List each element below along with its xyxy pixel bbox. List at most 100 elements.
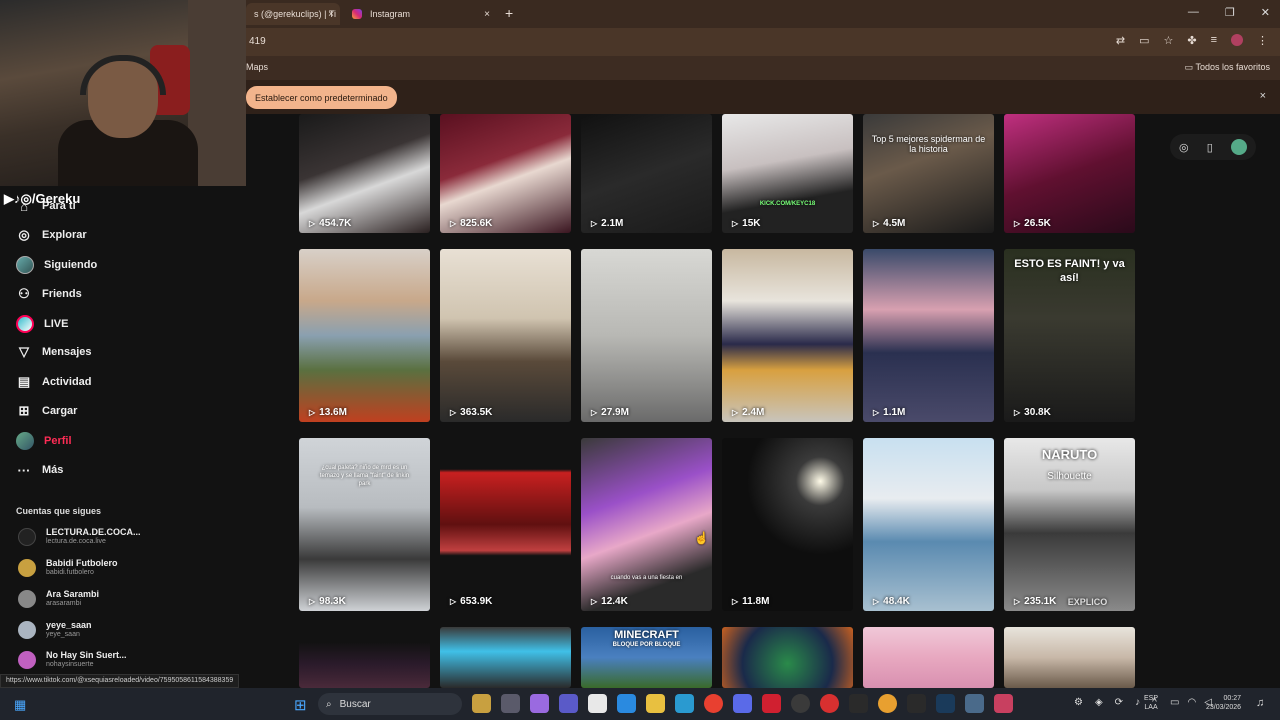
app-chrome2-icon[interactable]	[878, 694, 897, 713]
nav-perfil[interactable]: Perfil	[16, 432, 72, 450]
video-tile[interactable]: KICK.COM/KEYC18 ▷ 15K	[722, 114, 853, 233]
video-tile[interactable]: ▷ 13.6M	[299, 249, 430, 422]
taskbar-search[interactable]: ⌕ Buscar	[318, 693, 462, 715]
close-tab-icon[interactable]: ×	[484, 9, 490, 20]
app-chrome-icon[interactable]	[704, 694, 723, 713]
compass-icon[interactable]: ◎	[1179, 141, 1189, 154]
app-g-icon[interactable]	[849, 694, 868, 713]
clock[interactable]: 00:27 23/03/2026	[1206, 694, 1241, 712]
view-count: ▷ 825.6K	[450, 218, 492, 229]
app-window-icon[interactable]	[965, 694, 984, 713]
notification-bell-icon[interactable]: ♫	[1256, 697, 1264, 709]
nav-siguiendo[interactable]: Siguiendo	[16, 256, 97, 274]
close-window-button[interactable]: ✕	[1261, 6, 1270, 19]
following-item[interactable]: Babidi Futbolero babidi.futbolero	[18, 558, 118, 577]
account-handle: arasarambi	[46, 600, 82, 607]
cast-icon[interactable]: ▭	[1139, 34, 1149, 47]
maximize-button[interactable]: ❐	[1225, 6, 1235, 19]
video-tile[interactable]: ▷ 653.9K	[440, 438, 571, 611]
video-tile[interactable]: NARUTO Silhouette EXPLICO ▷ 235.1K	[1004, 438, 1135, 611]
nav-friends[interactable]: ⚇ Friends	[16, 286, 82, 302]
new-tab-button[interactable]: +	[505, 5, 513, 21]
video-tile[interactable]: ▷ 363.5K	[440, 249, 571, 422]
video-tile[interactable]: ▷ 48.4K	[863, 438, 994, 611]
video-tile[interactable]: ▷ 2.4M	[722, 249, 853, 422]
windows-start-icon[interactable]: ⊞	[294, 696, 307, 714]
video-tile[interactable]	[299, 627, 430, 688]
video-tile[interactable]	[440, 627, 571, 688]
translate-icon[interactable]: ⇄	[1116, 34, 1125, 47]
video-tile[interactable]	[1004, 627, 1135, 688]
network-icon[interactable]: ⟳	[1115, 697, 1123, 708]
mic-icon[interactable]: ♪	[1135, 697, 1140, 708]
video-tile[interactable]: ▷ 825.6K	[440, 114, 571, 233]
nav-cargar[interactable]: ⊞ Cargar	[16, 403, 78, 419]
all-bookmarks[interactable]: ▭ Todos los favoritos	[1185, 62, 1270, 73]
app-steam-icon[interactable]	[936, 694, 955, 713]
phone-icon[interactable]: ▯	[1207, 141, 1213, 154]
following-item[interactable]: Ara Sarambi arasarambi	[18, 589, 99, 608]
app-last-icon[interactable]	[994, 694, 1013, 713]
video-tile[interactable]: Top 5 mejores spiderman de la historia ▷…	[863, 114, 994, 233]
app-photos-icon[interactable]	[472, 694, 491, 713]
app-obs-icon[interactable]	[791, 694, 810, 713]
app-mail-icon[interactable]	[617, 694, 636, 713]
app-g2-icon[interactable]	[907, 694, 926, 713]
url-field[interactable]: 419	[249, 36, 266, 47]
video-tile[interactable]: ▷ 1.1M	[863, 249, 994, 422]
avatar[interactable]	[1230, 139, 1247, 155]
video-tile[interactable]: ▷ 454.7K	[299, 114, 430, 233]
app-red-icon[interactable]	[820, 694, 839, 713]
shield-icon[interactable]: ◈	[1095, 697, 1103, 708]
video-tile[interactable]: ¿cual paleta? niño de mrd es un temazo y…	[299, 438, 430, 611]
video-tile[interactable]: cuando vas a una fiesta en ▷ 12.4K	[581, 438, 712, 611]
widgets-icon[interactable]: ▦	[14, 697, 26, 713]
display-icon[interactable]: ▭	[1170, 697, 1179, 708]
account-name: yeye_saan	[46, 620, 92, 630]
close-infobar-icon[interactable]: ×	[1260, 90, 1266, 102]
tab-tiktok[interactable]: s (@gerekuclips) | Ti ×	[246, 3, 340, 25]
nav-explorar[interactable]: ◎ Explorar	[16, 227, 86, 243]
view-count: ▷ 12.4K	[591, 596, 628, 607]
nav-actividad[interactable]: ▤ Actividad	[16, 374, 92, 390]
video-tile[interactable]: ESTO ES FAINT! y va así! ▷ 30.8K	[1004, 249, 1135, 422]
following-item[interactable]: LECTURA.DE.COCA... lectura.de.coca.live	[18, 527, 141, 546]
video-tile[interactable]: ▷ 2.1M	[581, 114, 712, 233]
app-folder-icon[interactable]	[646, 694, 665, 713]
video-tile[interactable]: ▷ 26.5K	[1004, 114, 1135, 233]
media-icon[interactable]: ≡	[1211, 34, 1217, 47]
menu-icon[interactable]: ⋮	[1257, 34, 1268, 47]
app-explorer-icon[interactable]	[501, 694, 520, 713]
app-edge-icon[interactable]	[675, 694, 694, 713]
nav-label: Siguiendo	[44, 259, 98, 271]
video-tile[interactable]: ▷ 11.8M	[722, 438, 853, 611]
wifi-icon[interactable]: ◠	[1187, 697, 1196, 708]
tab-instagram[interactable]: Instagram ×	[344, 3, 496, 25]
bookmark-star-icon[interactable]: ☆	[1163, 34, 1173, 47]
app-recorder-icon[interactable]	[762, 694, 781, 713]
video-tile[interactable]: ▷ 27.9M	[581, 249, 712, 422]
app-teams-icon[interactable]	[559, 694, 578, 713]
close-tab-icon[interactable]: ×	[328, 9, 334, 20]
language-indicator[interactable]: ESP LAA	[1144, 694, 1158, 712]
video-tile[interactable]: MINECRAFT BLOQUE POR BLOQUE	[581, 627, 712, 688]
app-discord-icon[interactable]	[733, 694, 752, 713]
nav-live[interactable]: LIVE	[16, 315, 68, 333]
minimize-button[interactable]: —	[1188, 6, 1199, 19]
following-item[interactable]: yeye_saan yeye_saan	[18, 620, 92, 639]
settings-icon[interactable]: ⚙	[1074, 697, 1083, 708]
view-count-value: 11.8M	[742, 596, 770, 607]
profile-icon[interactable]	[1231, 34, 1243, 46]
view-count: ▷ 1.1M	[873, 407, 905, 418]
video-subcaption: BLOQUE POR BLOQUE	[612, 642, 681, 648]
app-calculator-icon[interactable]	[588, 694, 607, 713]
video-tile[interactable]	[722, 627, 853, 688]
nav-mas[interactable]: ··· Más	[16, 462, 64, 478]
set-default-button[interactable]: Establecer como predeterminado	[246, 86, 397, 109]
app-copilot-icon[interactable]	[530, 694, 549, 713]
bookmark-maps[interactable]: Maps	[246, 62, 268, 72]
video-tile[interactable]	[863, 627, 994, 688]
following-item[interactable]: No Hay Sin Suert... nohaysinsuerte	[18, 650, 127, 669]
extensions-icon[interactable]: ✤	[1187, 34, 1196, 47]
nav-mensajes[interactable]: ▽ Mensajes	[16, 344, 92, 360]
